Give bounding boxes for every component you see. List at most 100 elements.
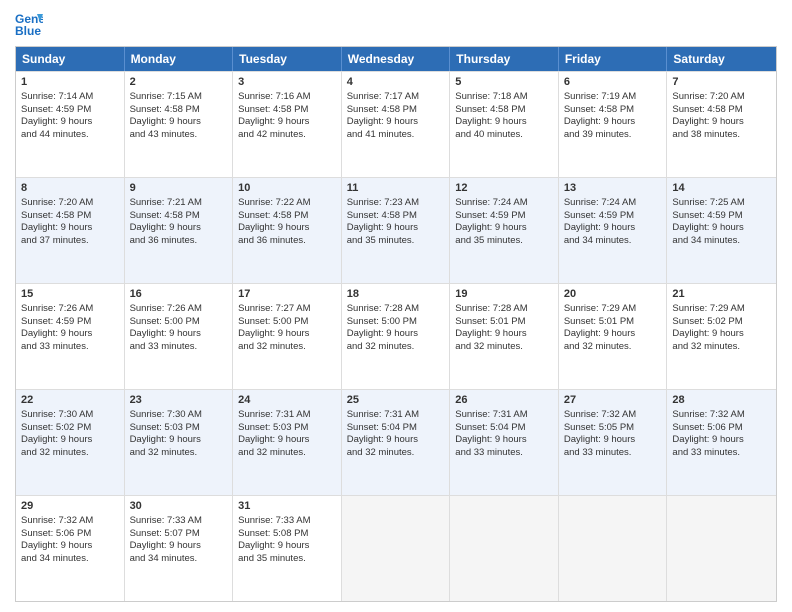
day-info-line: Sunrise: 7:32 AM [21,515,119,528]
cal-cell-empty [667,496,776,601]
day-number: 15 [21,287,119,302]
day-number: 20 [564,287,662,302]
day-info-line: Sunset: 5:01 PM [564,316,662,329]
day-info-line: Sunrise: 7:21 AM [130,197,228,210]
header-cell-friday: Friday [559,47,668,71]
header-cell-sunday: Sunday [16,47,125,71]
day-info-line: Daylight: 9 hours [564,222,662,235]
cal-cell-day-18: 18Sunrise: 7:28 AMSunset: 5:00 PMDayligh… [342,284,451,389]
day-info-line: and 35 minutes. [238,553,336,566]
day-info-line: Sunrise: 7:26 AM [21,303,119,316]
day-info-line: and 32 minutes. [564,341,662,354]
day-info-line: Sunrise: 7:29 AM [672,303,771,316]
cal-row-3: 15Sunrise: 7:26 AMSunset: 4:59 PMDayligh… [16,283,776,389]
day-number: 31 [238,499,336,514]
day-number: 4 [347,75,445,90]
day-info-line: Sunset: 5:02 PM [672,316,771,329]
cal-cell-day-11: 11Sunrise: 7:23 AMSunset: 4:58 PMDayligh… [342,178,451,283]
day-info-line: Daylight: 9 hours [347,222,445,235]
day-info-line: and 41 minutes. [347,129,445,142]
cal-cell-day-20: 20Sunrise: 7:29 AMSunset: 5:01 PMDayligh… [559,284,668,389]
day-info-line: Sunrise: 7:27 AM [238,303,336,316]
day-info-line: Sunrise: 7:14 AM [21,91,119,104]
day-info-line: Sunset: 4:58 PM [130,104,228,117]
day-number: 17 [238,287,336,302]
day-number: 24 [238,393,336,408]
cal-cell-day-19: 19Sunrise: 7:28 AMSunset: 5:01 PMDayligh… [450,284,559,389]
day-number: 12 [455,181,553,196]
day-info-line: Daylight: 9 hours [21,328,119,341]
day-info-line: Sunset: 4:58 PM [347,210,445,223]
day-info-line: and 37 minutes. [21,235,119,248]
calendar-header: SundayMondayTuesdayWednesdayThursdayFrid… [16,47,776,71]
day-info-line: Sunrise: 7:31 AM [347,409,445,422]
day-info-line: Sunrise: 7:22 AM [238,197,336,210]
header-cell-monday: Monday [125,47,234,71]
day-info-line: Daylight: 9 hours [238,434,336,447]
header-cell-wednesday: Wednesday [342,47,451,71]
day-info-line: and 32 minutes. [672,341,771,354]
svg-text:Blue: Blue [15,24,41,38]
day-info-line: Sunrise: 7:30 AM [21,409,119,422]
cal-cell-empty [342,496,451,601]
day-number: 1 [21,75,119,90]
day-info-line: Sunrise: 7:32 AM [672,409,771,422]
day-info-line: Sunrise: 7:31 AM [455,409,553,422]
day-info-line: and 32 minutes. [347,447,445,460]
day-info-line: Daylight: 9 hours [455,328,553,341]
day-info-line: Daylight: 9 hours [130,116,228,129]
day-info-line: Sunrise: 7:29 AM [564,303,662,316]
day-number: 3 [238,75,336,90]
day-info-line: and 33 minutes. [21,341,119,354]
day-info-line: Sunset: 5:00 PM [238,316,336,329]
day-info-line: Daylight: 9 hours [455,116,553,129]
day-info-line: Sunset: 4:58 PM [347,104,445,117]
cal-row-2: 8Sunrise: 7:20 AMSunset: 4:58 PMDaylight… [16,177,776,283]
day-info-line: Sunrise: 7:15 AM [130,91,228,104]
day-info-line: and 42 minutes. [238,129,336,142]
day-info-line: Sunset: 4:59 PM [21,316,119,329]
day-number: 26 [455,393,553,408]
day-info-line: and 40 minutes. [455,129,553,142]
day-info-line: Sunrise: 7:33 AM [238,515,336,528]
day-info-line: Sunrise: 7:18 AM [455,91,553,104]
day-info-line: Sunrise: 7:28 AM [347,303,445,316]
day-info-line: and 39 minutes. [564,129,662,142]
day-info-line: Daylight: 9 hours [672,434,771,447]
day-number: 21 [672,287,771,302]
cal-cell-day-9: 9Sunrise: 7:21 AMSunset: 4:58 PMDaylight… [125,178,234,283]
cal-row-4: 22Sunrise: 7:30 AMSunset: 5:02 PMDayligh… [16,389,776,495]
cal-cell-day-30: 30Sunrise: 7:33 AMSunset: 5:07 PMDayligh… [125,496,234,601]
cal-cell-day-27: 27Sunrise: 7:32 AMSunset: 5:05 PMDayligh… [559,390,668,495]
day-info-line: Daylight: 9 hours [564,116,662,129]
day-info-line: Sunset: 5:07 PM [130,528,228,541]
day-info-line: Daylight: 9 hours [21,434,119,447]
day-info-line: Daylight: 9 hours [347,116,445,129]
day-info-line: and 32 minutes. [238,447,336,460]
day-number: 8 [21,181,119,196]
page: General Blue SundayMondayTuesdayWednesda… [0,0,792,612]
header: General Blue [15,10,777,38]
day-info-line: Sunset: 4:58 PM [455,104,553,117]
cal-cell-day-17: 17Sunrise: 7:27 AMSunset: 5:00 PMDayligh… [233,284,342,389]
day-info-line: and 33 minutes. [130,341,228,354]
day-info-line: and 38 minutes. [672,129,771,142]
day-info-line: and 34 minutes. [564,235,662,248]
day-info-line: Sunset: 4:59 PM [564,210,662,223]
day-info-line: and 32 minutes. [238,341,336,354]
day-info-line: and 33 minutes. [564,447,662,460]
day-info-line: Sunrise: 7:24 AM [455,197,553,210]
day-info-line: Sunrise: 7:17 AM [347,91,445,104]
day-info-line: Daylight: 9 hours [130,328,228,341]
day-number: 29 [21,499,119,514]
day-info-line: Sunset: 5:03 PM [130,422,228,435]
day-info-line: Sunrise: 7:20 AM [21,197,119,210]
day-info-line: Sunset: 5:06 PM [21,528,119,541]
header-cell-saturday: Saturday [667,47,776,71]
day-info-line: and 32 minutes. [21,447,119,460]
day-number: 9 [130,181,228,196]
day-number: 16 [130,287,228,302]
day-info-line: Daylight: 9 hours [238,540,336,553]
day-info-line: and 32 minutes. [455,341,553,354]
day-number: 5 [455,75,553,90]
